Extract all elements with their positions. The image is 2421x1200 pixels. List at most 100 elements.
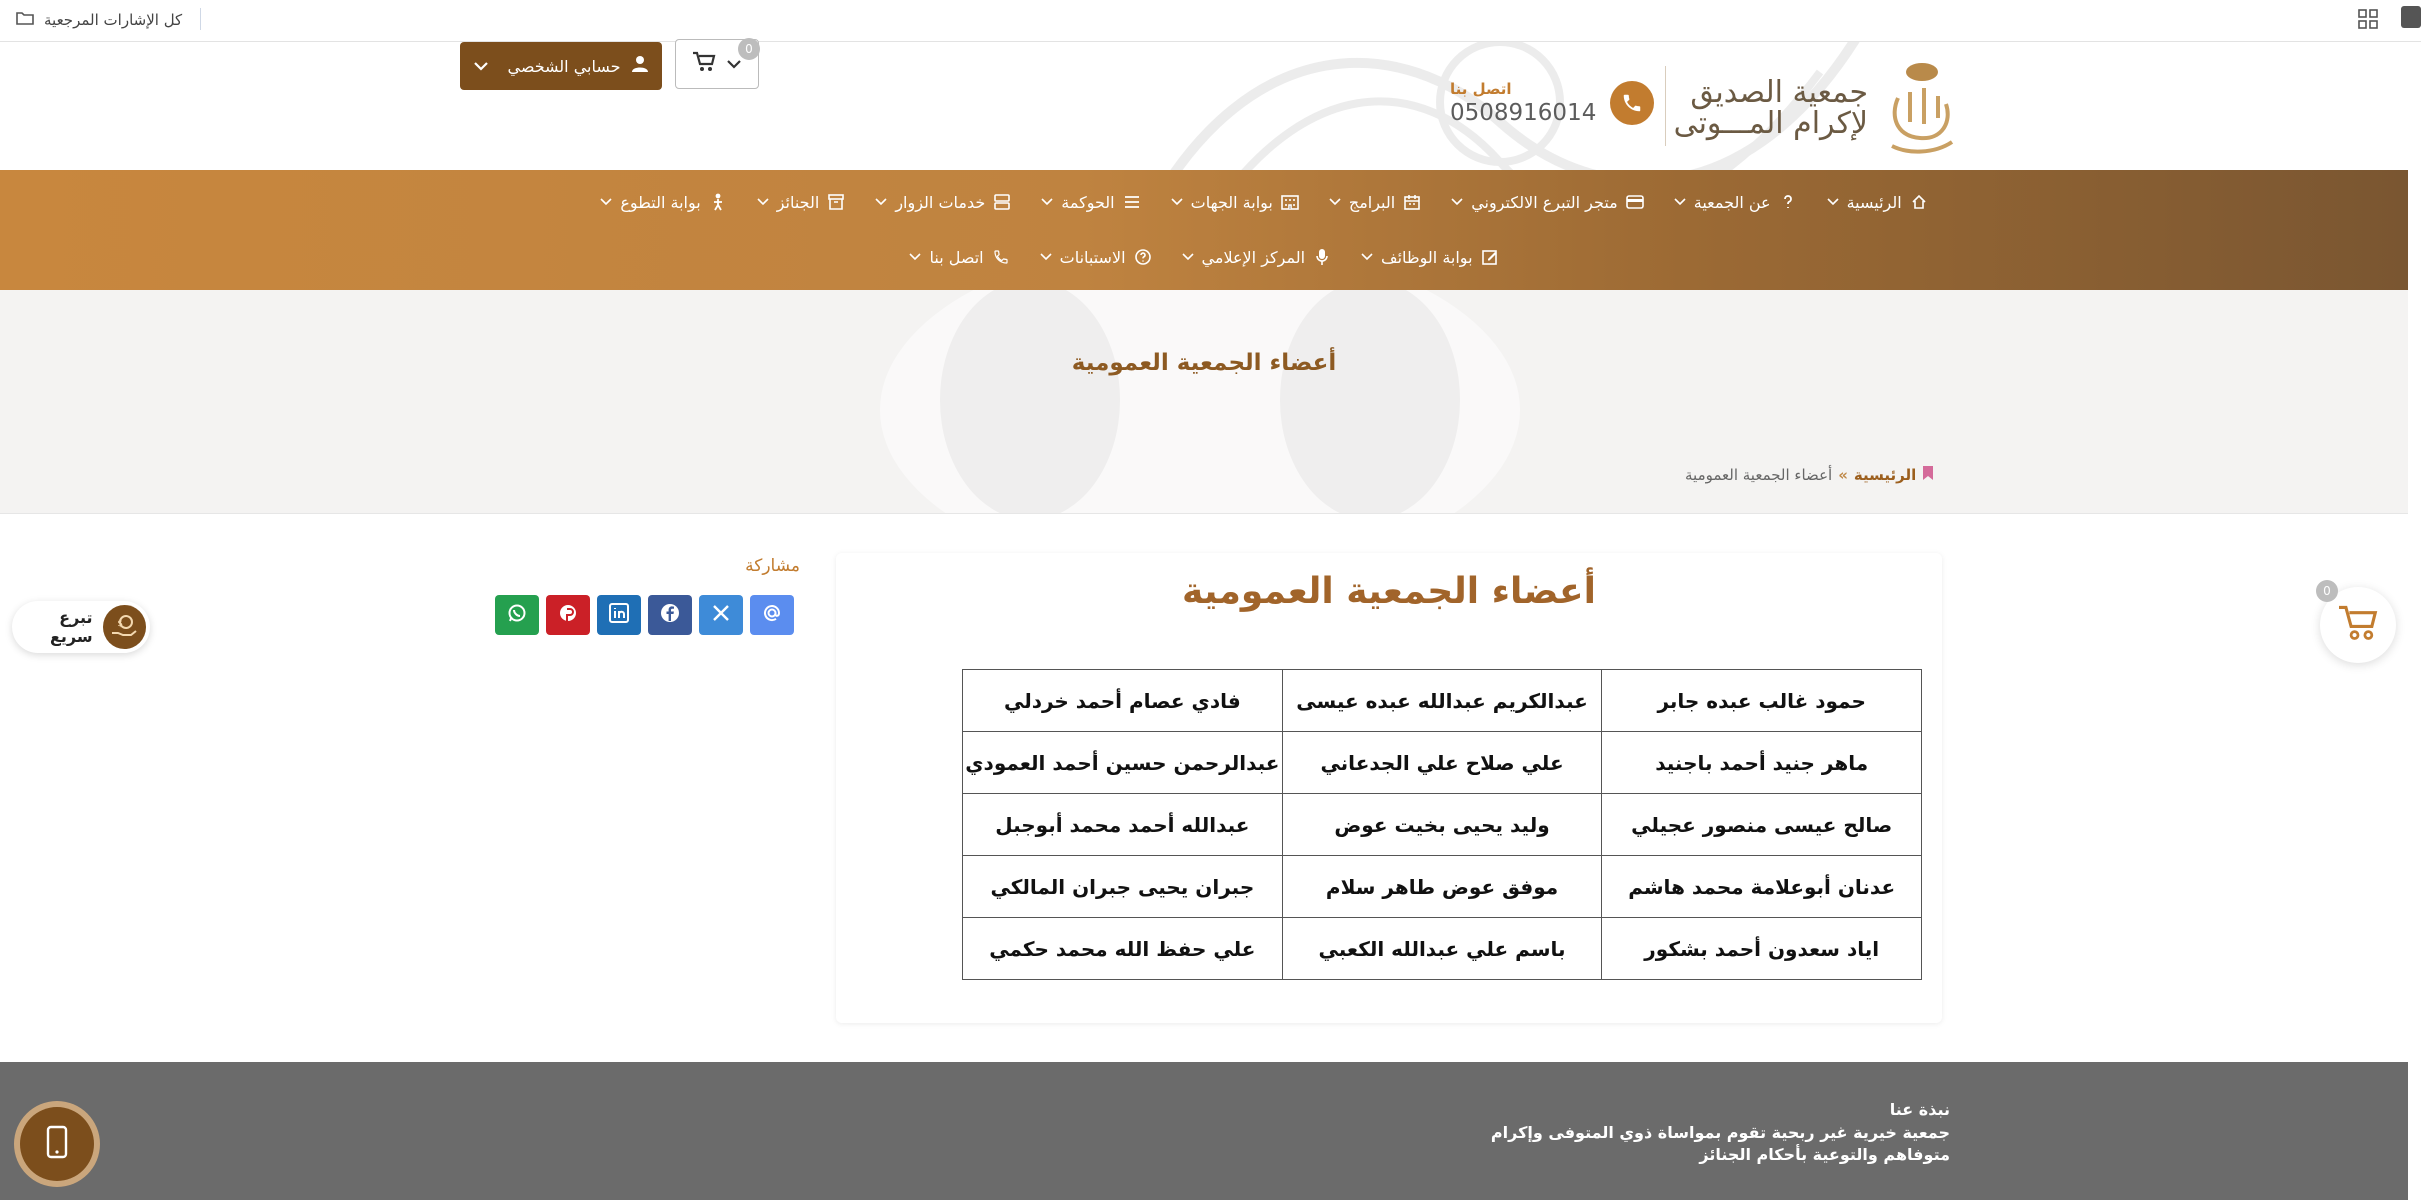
member-name-cell: صالح عيسى منصور عجيلي bbox=[1601, 793, 1922, 856]
nav-item-row1-3[interactable]: البرامج bbox=[1329, 190, 1421, 214]
account-button[interactable]: حسابي الشخصي bbox=[460, 42, 662, 90]
page-hero: أعضاء الجمعية العمومية الرئيسية » أعضاء … bbox=[0, 290, 2408, 514]
nav-item-label: المركز الإعلامي bbox=[1201, 247, 1306, 267]
nav-item-row1-2[interactable]: متجر التبرع الالكتروني bbox=[1451, 190, 1644, 214]
bookmarks-bar: كل الإشارات المرجعية bbox=[0, 0, 2421, 42]
member-name-cell: عدنان أبوعلامة محمد هاشم bbox=[1601, 855, 1922, 918]
server-icon bbox=[993, 193, 1011, 211]
quick-donate-label: تبرع سريع bbox=[49, 608, 93, 646]
whatsapp-share-button[interactable] bbox=[495, 595, 539, 635]
question-icon bbox=[1779, 193, 1797, 211]
nav-item-label: الحوكمة bbox=[1061, 192, 1115, 212]
breadcrumb-separator: » bbox=[1838, 466, 1848, 484]
bookmarks-separator bbox=[200, 8, 201, 30]
nav-item-row1-7[interactable]: الجنائز bbox=[757, 190, 846, 214]
svg-text:$: $ bbox=[118, 619, 124, 629]
all-bookmarks-button[interactable]: كل الإشارات المرجعية bbox=[16, 7, 182, 33]
nav-item-row1-5[interactable]: الحوكمة bbox=[1041, 190, 1140, 214]
nav-item-label: البرامج bbox=[1348, 192, 1396, 212]
table-row: حمود غالب عبده جابر عبدالكريم عبدالله عبد… bbox=[962, 669, 1922, 732]
apps-grid-icon[interactable] bbox=[2357, 8, 2379, 30]
chevron-down-icon bbox=[473, 57, 489, 76]
nav-item-row2-2[interactable]: الاستبانات bbox=[1040, 245, 1152, 269]
list-icon bbox=[1123, 193, 1141, 211]
whatsapp-icon bbox=[507, 603, 527, 627]
mic-icon bbox=[1313, 248, 1331, 266]
building-icon bbox=[1281, 193, 1299, 211]
x-icon bbox=[711, 603, 731, 627]
home-icon bbox=[1910, 193, 1928, 211]
chevron-down-icon bbox=[1827, 196, 1839, 208]
nav-item-label: الاستبانات bbox=[1059, 247, 1126, 267]
pinterest-share-button[interactable] bbox=[546, 595, 590, 635]
nav-item-label: متجر التبرع الالكتروني bbox=[1471, 192, 1618, 212]
cart-count-badge: 0 bbox=[738, 38, 760, 60]
nav-item-label: الجنائز bbox=[776, 192, 820, 212]
chevron-down-icon bbox=[1674, 196, 1686, 208]
contact-phone[interactable]: 0508916014 bbox=[1450, 100, 1596, 126]
mobile-app-button[interactable] bbox=[20, 1107, 94, 1181]
nav-row-2: بوابة الوظائف المركز الإعلامي الاستبانات ات… bbox=[0, 245, 2408, 269]
member-name-cell: حمود غالب عبده جابر bbox=[1601, 669, 1922, 732]
content-card: أعضاء الجمعية العمومية حمود غالب عبده جا… bbox=[836, 553, 1942, 1023]
cart-icon bbox=[692, 51, 716, 77]
quick-donate-button[interactable]: $ تبرع سريع bbox=[12, 601, 150, 653]
share-label: مشاركة bbox=[745, 556, 800, 576]
at-icon bbox=[762, 603, 782, 627]
chevron-down-icon bbox=[875, 196, 887, 208]
member-name-cell: علي حفظ الله محمد حكمي bbox=[962, 917, 1283, 980]
chevron-down-icon bbox=[757, 196, 769, 208]
nav-item-row1-4[interactable]: بوابة الجهات bbox=[1171, 190, 1299, 214]
linkedin-share-button[interactable] bbox=[597, 595, 641, 635]
facebook-share-button[interactable] bbox=[648, 595, 692, 635]
member-name-cell: وليد يحيى بخيت عوض bbox=[1281, 793, 1603, 856]
contact-label: اتصل بنا bbox=[1450, 80, 1512, 98]
chevron-down-icon bbox=[1451, 196, 1463, 208]
member-name-cell: عبدالكريم عبدالله عبده عيسى bbox=[1281, 669, 1603, 732]
person-icon bbox=[709, 193, 727, 211]
nav-item-label: الرئيسية bbox=[1846, 192, 1902, 212]
card-icon bbox=[1625, 193, 1644, 211]
member-name-cell: ماهر جنيد أحمد باجنيد bbox=[1601, 731, 1922, 794]
footer-about-text: جمعية خيرية غير ربحية تقوم بمواساة ذوي ا… bbox=[1490, 1123, 1950, 1164]
email-share-button[interactable] bbox=[750, 595, 794, 635]
nav-item-row1-8[interactable]: بوابة التطوع bbox=[600, 190, 726, 214]
site-logo[interactable]: جمعية الصديق لإكرام المـــوتى bbox=[1660, 54, 1960, 162]
nav-item-row1-1[interactable]: عن الجمعية bbox=[1674, 190, 1797, 214]
chevron-down-icon bbox=[909, 251, 922, 263]
linkedin-icon bbox=[609, 603, 629, 627]
main-navigation: الرئيسية عن الجمعية متجر التبرع الالكتروني… bbox=[0, 170, 2408, 290]
share-buttons bbox=[495, 595, 794, 635]
hero-background-shape bbox=[880, 290, 1520, 513]
footer-about-title: نبذة عنا bbox=[1889, 1100, 1950, 1119]
chevron-down-icon bbox=[1040, 251, 1052, 263]
header-contact[interactable]: اتصل بنا 0508916014 bbox=[1450, 80, 1655, 126]
content-title: أعضاء الجمعية العمومية bbox=[1182, 571, 1596, 612]
breadcrumb-home-link[interactable]: الرئيسية bbox=[1854, 466, 1916, 484]
cart-icon bbox=[2337, 604, 2379, 646]
donate-hand-icon: $ bbox=[102, 605, 146, 649]
nav-item-row1-6[interactable]: خدمات الزوار bbox=[875, 190, 1011, 214]
chevron-down-icon bbox=[726, 55, 742, 74]
nav-item-label: بوابة الوظائف bbox=[1381, 247, 1473, 267]
nav-item-row2-3[interactable]: اتصل بنا bbox=[909, 245, 1009, 269]
chevron-down-icon bbox=[1171, 196, 1183, 208]
breadcrumb-current: أعضاء الجمعية العمومية bbox=[1685, 466, 1833, 484]
side-panel-icon[interactable] bbox=[2401, 6, 2421, 28]
member-name-cell: عبدالله أحمد محمد أبوجبل bbox=[962, 793, 1283, 856]
nav-item-row2-1[interactable]: المركز الإعلامي bbox=[1181, 245, 1332, 269]
site-header: جمعية الصديق لإكرام المـــوتى اتصل بنا 0… bbox=[0, 42, 2408, 170]
edit-icon bbox=[1481, 248, 1499, 266]
nav-item-row1-0[interactable]: الرئيسية bbox=[1827, 190, 1928, 214]
x-share-button[interactable] bbox=[699, 595, 743, 635]
member-name-cell: اياد سعدون أحمد بشكور bbox=[1601, 917, 1922, 980]
member-name-cell: جبران يحيى جبران المالكي bbox=[962, 855, 1283, 918]
pinterest-icon bbox=[558, 603, 578, 627]
user-icon bbox=[631, 55, 649, 77]
phone-icon bbox=[992, 248, 1010, 266]
site-footer: نبذة عنا جمعية خيرية غير ربحية تقوم بموا… bbox=[0, 1062, 2408, 1200]
table-row: عدنان أبوعلامة محمد هاشم موفق عوض طاهر سل… bbox=[962, 855, 1922, 918]
nav-item-label: بوابة التطوع bbox=[620, 192, 701, 212]
nav-item-row2-0[interactable]: بوابة الوظائف bbox=[1361, 245, 1499, 269]
table-row: صالح عيسى منصور عجيلي وليد يحيى بخيت عوض ع… bbox=[962, 793, 1922, 856]
